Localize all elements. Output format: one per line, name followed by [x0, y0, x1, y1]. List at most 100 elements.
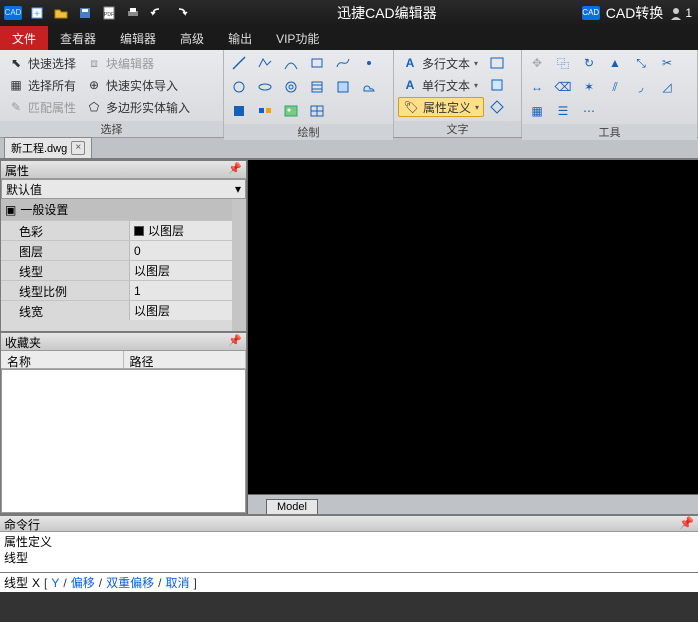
select-all-button[interactable]: ▦选择所有 [4, 75, 80, 95]
rotate-icon[interactable]: ↻ [578, 53, 600, 73]
column-path[interactable]: 路径 [124, 351, 247, 368]
pin-icon[interactable]: 📌 [679, 516, 694, 531]
rect-icon[interactable] [306, 53, 328, 73]
array-icon[interactable]: ▦ [526, 101, 548, 121]
model-tab[interactable]: Model [266, 499, 318, 514]
cmd-option-offset[interactable]: 偏移 [71, 574, 95, 591]
quick-entity-import-button[interactable]: ⊕快速实体导入 [82, 75, 194, 95]
copy-icon[interactable]: ⿻ [552, 53, 574, 73]
command-input[interactable]: 线型 X [ Y / 偏移 / 双重偏移 / 取消 ] [0, 572, 698, 592]
panel-title: 命令行 [4, 516, 40, 531]
erase-icon[interactable]: ⌫ [552, 77, 574, 97]
command-line: 线型 [4, 550, 694, 566]
document-tab[interactable]: 新工程.dwg × [4, 137, 92, 158]
undo-icon[interactable] [146, 2, 168, 24]
chamfer-icon[interactable]: ◿ [656, 77, 678, 97]
spline-icon[interactable] [332, 53, 354, 73]
attdef-button[interactable]: 🏷属性定义▾ [398, 97, 484, 117]
menu-editor[interactable]: 编辑器 [108, 26, 168, 50]
text-tool-3-icon[interactable] [486, 97, 508, 117]
cmd-option-double-offset[interactable]: 双重偏移 [106, 574, 154, 591]
ribbon-group-label: 工具 [522, 124, 697, 140]
cmd-option-y[interactable]: Y [51, 576, 59, 590]
property-row: 线型比例1 [1, 280, 232, 300]
block-insert-icon[interactable] [228, 101, 250, 121]
image-icon[interactable] [280, 101, 302, 121]
menu-viewer[interactable]: 查看器 [48, 26, 108, 50]
polyline-icon[interactable] [254, 53, 276, 73]
menu-advanced[interactable]: 高级 [168, 26, 216, 50]
pdf-icon[interactable]: PDF [98, 2, 120, 24]
line-icon[interactable] [228, 53, 250, 73]
arc-icon[interactable] [280, 53, 302, 73]
new-icon[interactable]: + [26, 2, 48, 24]
move-icon[interactable]: ✥ [526, 53, 548, 73]
ribbon-group-tools: ✥ ⿻ ↻ ▲ ⤡ ✂ ↔ ⌫ ✶ ⫽ ◞ ◿ ▦ ☰ ⋯ 工具 [522, 50, 698, 137]
panel-title: 属性 [5, 162, 29, 177]
circle-icon[interactable] [228, 77, 250, 97]
polygon-entity-input-button[interactable]: ⬠多边形实体输入 [82, 97, 194, 117]
ribbon-group-draw: 绘制 [224, 50, 394, 137]
close-icon[interactable]: × [71, 141, 85, 155]
property-section[interactable]: ▣一般设置 [1, 199, 232, 220]
color-swatch-icon [134, 226, 144, 236]
fillet-icon[interactable]: ◞ [630, 77, 652, 97]
explode-icon[interactable]: ✶ [578, 77, 600, 97]
block-editor-button[interactable]: ⧈块编辑器 [82, 53, 194, 73]
open-icon[interactable] [50, 2, 72, 24]
redo-icon[interactable] [170, 2, 192, 24]
select-all-icon: ▦ [8, 77, 24, 93]
properties-panel: 属性 📌 默认值 ▾ ▣一般设置 色彩以图层 图层0 线型以图层 线型比例1 线… [0, 160, 247, 332]
extend-icon[interactable]: ↔ [526, 77, 548, 97]
donut-icon[interactable] [280, 77, 302, 97]
table-icon[interactable] [306, 101, 328, 121]
viewport[interactable] [248, 160, 698, 494]
model-tab-bar: Model [248, 494, 698, 514]
text-tool-1-icon[interactable] [486, 53, 508, 73]
trim-icon[interactable]: ✂ [656, 53, 678, 73]
save-icon[interactable] [74, 2, 96, 24]
property-grid: ▣一般设置 色彩以图层 图层0 线型以图层 线型比例1 线宽以图层 [1, 199, 232, 331]
point-icon[interactable] [358, 53, 380, 73]
property-row: 线型以图层 [1, 260, 232, 280]
block-icon-2[interactable] [254, 101, 276, 121]
default-combo[interactable]: 默认值 ▾ [1, 179, 246, 199]
pin-icon[interactable]: 📌 [228, 162, 242, 177]
property-row: 线宽以图层 [1, 300, 232, 320]
block-icon: ⧈ [86, 55, 102, 71]
user-icon[interactable]: 1 [669, 6, 692, 20]
brush-icon: ✎ [8, 99, 24, 115]
hatch-icon[interactable] [306, 77, 328, 97]
favorites-list[interactable] [1, 369, 246, 513]
text-tool-2-icon[interactable] [486, 75, 508, 95]
stext-button[interactable]: A单行文本▾ [398, 75, 484, 95]
cmd-option-cancel[interactable]: 取消 [165, 574, 189, 591]
more-tools-icon[interactable]: ⋯ [578, 101, 600, 121]
match-props-button[interactable]: ✎匹配属性 [4, 97, 80, 117]
menu-bar: 文件 查看器 编辑器 高级 输出 VIP功能 [0, 26, 698, 50]
cmd-prefix: 线型 [4, 574, 28, 591]
mtext-button[interactable]: A多行文本▾ [398, 53, 484, 73]
collapse-icon: ▣ [5, 203, 16, 217]
command-history: 属性定义 线型 [0, 532, 698, 572]
menu-vip[interactable]: VIP功能 [264, 26, 331, 50]
mirror-icon[interactable]: ▲ [604, 53, 626, 73]
region-icon[interactable] [332, 77, 354, 97]
print-icon[interactable] [122, 2, 144, 24]
scale-icon[interactable]: ⤡ [630, 53, 652, 73]
scrollbar[interactable] [232, 199, 246, 331]
polygon-icon: ⬠ [86, 99, 102, 115]
menu-output[interactable]: 输出 [216, 26, 264, 50]
ellipse-icon[interactable] [254, 77, 276, 97]
align-icon[interactable]: ☰ [552, 101, 574, 121]
cad-convert-button[interactable]: CAD转换 [606, 3, 664, 23]
quick-select-button[interactable]: ⬉快速选择 [4, 53, 80, 73]
cloud-icon[interactable] [358, 77, 380, 97]
offset-icon[interactable]: ⫽ [604, 77, 626, 97]
left-panels: 属性 📌 默认值 ▾ ▣一般设置 色彩以图层 图层0 线型以图层 线型比例1 线… [0, 160, 248, 514]
menu-file[interactable]: 文件 [0, 26, 48, 50]
pin-icon[interactable]: 📌 [228, 334, 242, 349]
column-name[interactable]: 名称 [1, 351, 124, 368]
app-logo-icon[interactable]: CAD [2, 2, 24, 24]
title-bar: CAD + PDF 迅捷CAD编辑器 CAD CAD转换 1 [0, 0, 698, 26]
